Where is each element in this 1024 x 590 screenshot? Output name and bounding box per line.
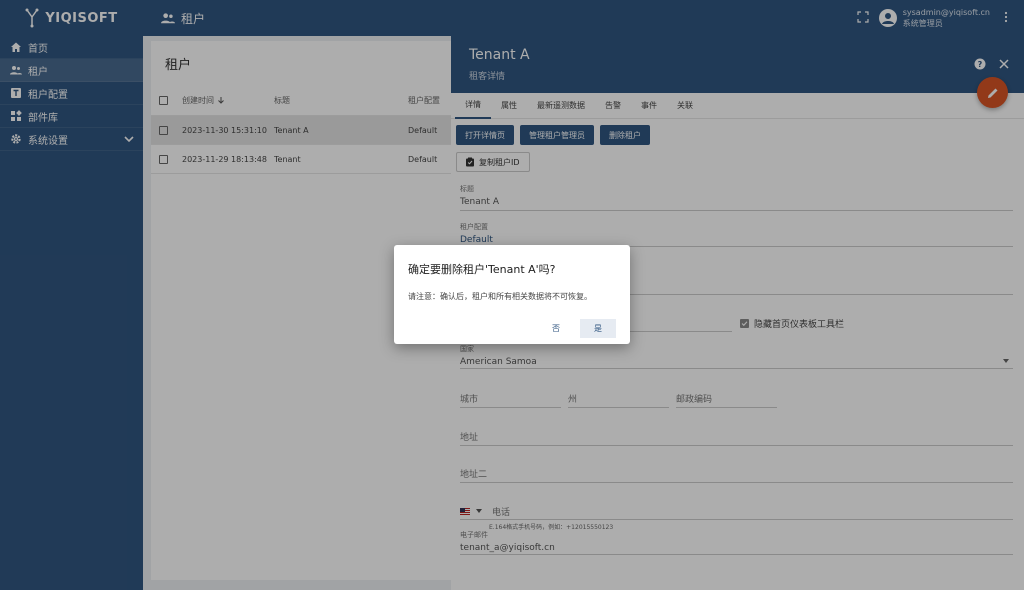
dialog-title: 确定要删除租户'Tenant A'吗? [408, 263, 556, 276]
confirm-button[interactable]: 是 [580, 319, 616, 338]
cancel-button[interactable]: 否 [538, 319, 574, 338]
delete-confirm-dialog: 确定要删除租户'Tenant A'吗? 请注意：确认后，租户和所有相关数据将不可… [394, 245, 630, 344]
dialog-message: 请注意：确认后，租户和所有相关数据将不可恢复。 [408, 292, 592, 301]
